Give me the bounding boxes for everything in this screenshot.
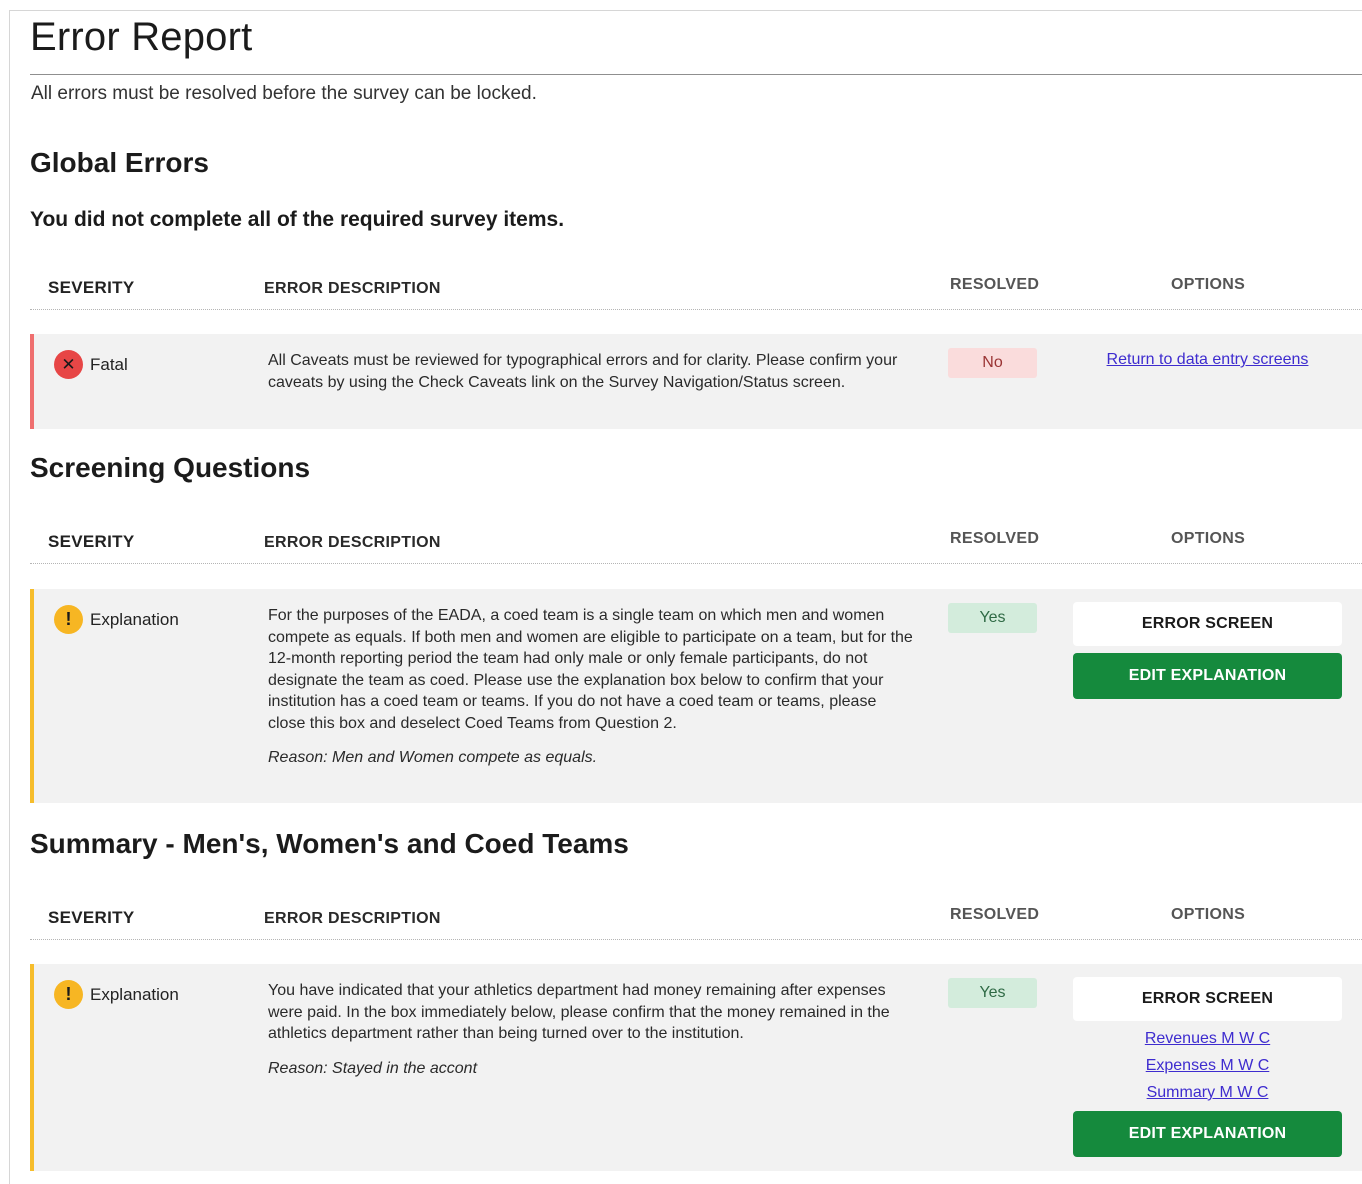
column-header-description: ERROR DESCRIPTION [264,280,441,297]
resolved-badge: Yes [948,978,1037,1008]
column-header-resolved: RESOLVED [950,906,1040,923]
severity-label: Explanation [90,609,179,629]
error-row-fatal: ✕ Fatal All Caveats must be reviewed for… [30,334,1362,429]
severity-label: Fatal [90,354,128,374]
column-header-severity: SEVERITY [48,908,135,927]
section-subtitle-global-errors: You did not complete all of the required… [30,208,565,231]
options-cell: Return to data entry screens [1073,351,1342,369]
column-header-resolved: RESOLVED [950,276,1040,293]
table-header: SEVERITY ERROR DESCRIPTION RESOLVED OPTI… [30,516,1362,564]
column-header-resolved: RESOLVED [950,530,1040,547]
error-description-cell: You have indicated that your athletics d… [268,980,913,1079]
error-row-explanation: ! Explanation For the purposes of the EA… [30,589,1362,803]
section-title-global-errors: Global Errors [30,147,209,178]
error-reason: Reason: Stayed in the accont [268,1059,478,1077]
error-description: You have indicated that your athletics d… [268,982,890,1042]
table-header: SEVERITY ERROR DESCRIPTION RESOLVED OPTI… [30,892,1362,940]
column-header-options: OPTIONS [1171,906,1246,923]
options-cell: ERROR SCREEN Revenues M W C Expenses M W… [1073,977,1342,1157]
table-header: SEVERITY ERROR DESCRIPTION RESOLVED OPTI… [30,262,1362,310]
severity-cell: ! Explanation [54,980,179,1009]
edit-explanation-button[interactable]: EDIT EXPLANATION [1073,653,1342,699]
revenues-link[interactable]: Revenues M W C [1145,1030,1270,1048]
error-reason: Reason: Men and Women compete as equals. [268,749,598,766]
edit-explanation-button[interactable]: EDIT EXPLANATION [1073,1111,1342,1157]
expenses-link[interactable]: Expenses M W C [1146,1057,1270,1075]
error-x-icon: ✕ [54,350,83,379]
resolved-badge: Yes [948,603,1037,633]
section-title-summary: Summary - Men's, Women's and Coed Teams [30,828,629,859]
warning-exclamation-icon: ! [54,980,83,1009]
error-row-explanation: ! Explanation You have indicated that yo… [30,964,1362,1171]
section-title-screening-questions: Screening Questions [30,452,311,483]
options-cell: ERROR SCREEN EDIT EXPLANATION [1073,602,1342,699]
column-header-options: OPTIONS [1171,276,1246,293]
column-header-options: OPTIONS [1171,530,1246,547]
error-description: For the purposes of the EADA, a coed tea… [268,607,913,732]
error-screen-button[interactable]: ERROR SCREEN [1073,977,1342,1021]
error-description: All Caveats must be reviewed for typogra… [268,352,898,391]
screen-links: Revenues M W C Expenses M W C Summary M … [1073,1030,1342,1102]
summary-link[interactable]: Summary M W C [1147,1084,1269,1102]
return-to-data-entry-link[interactable]: Return to data entry screens [1073,351,1342,369]
severity-label: Explanation [90,984,179,1004]
column-header-description: ERROR DESCRIPTION [264,910,441,927]
severity-cell: ! Explanation [54,605,179,634]
resolved-badge: No [948,348,1037,378]
column-header-severity: SEVERITY [48,532,135,551]
title-divider [30,74,1362,75]
error-description-cell: For the purposes of the EADA, a coed tea… [268,605,913,769]
severity-cell: ✕ Fatal [54,350,128,379]
column-header-description: ERROR DESCRIPTION [264,534,441,551]
column-header-severity: SEVERITY [48,278,135,297]
warning-exclamation-icon: ! [54,605,83,634]
intro-text: All errors must be resolved before the s… [31,83,537,104]
page-title: Error Report [30,15,253,59]
error-screen-button[interactable]: ERROR SCREEN [1073,602,1342,646]
